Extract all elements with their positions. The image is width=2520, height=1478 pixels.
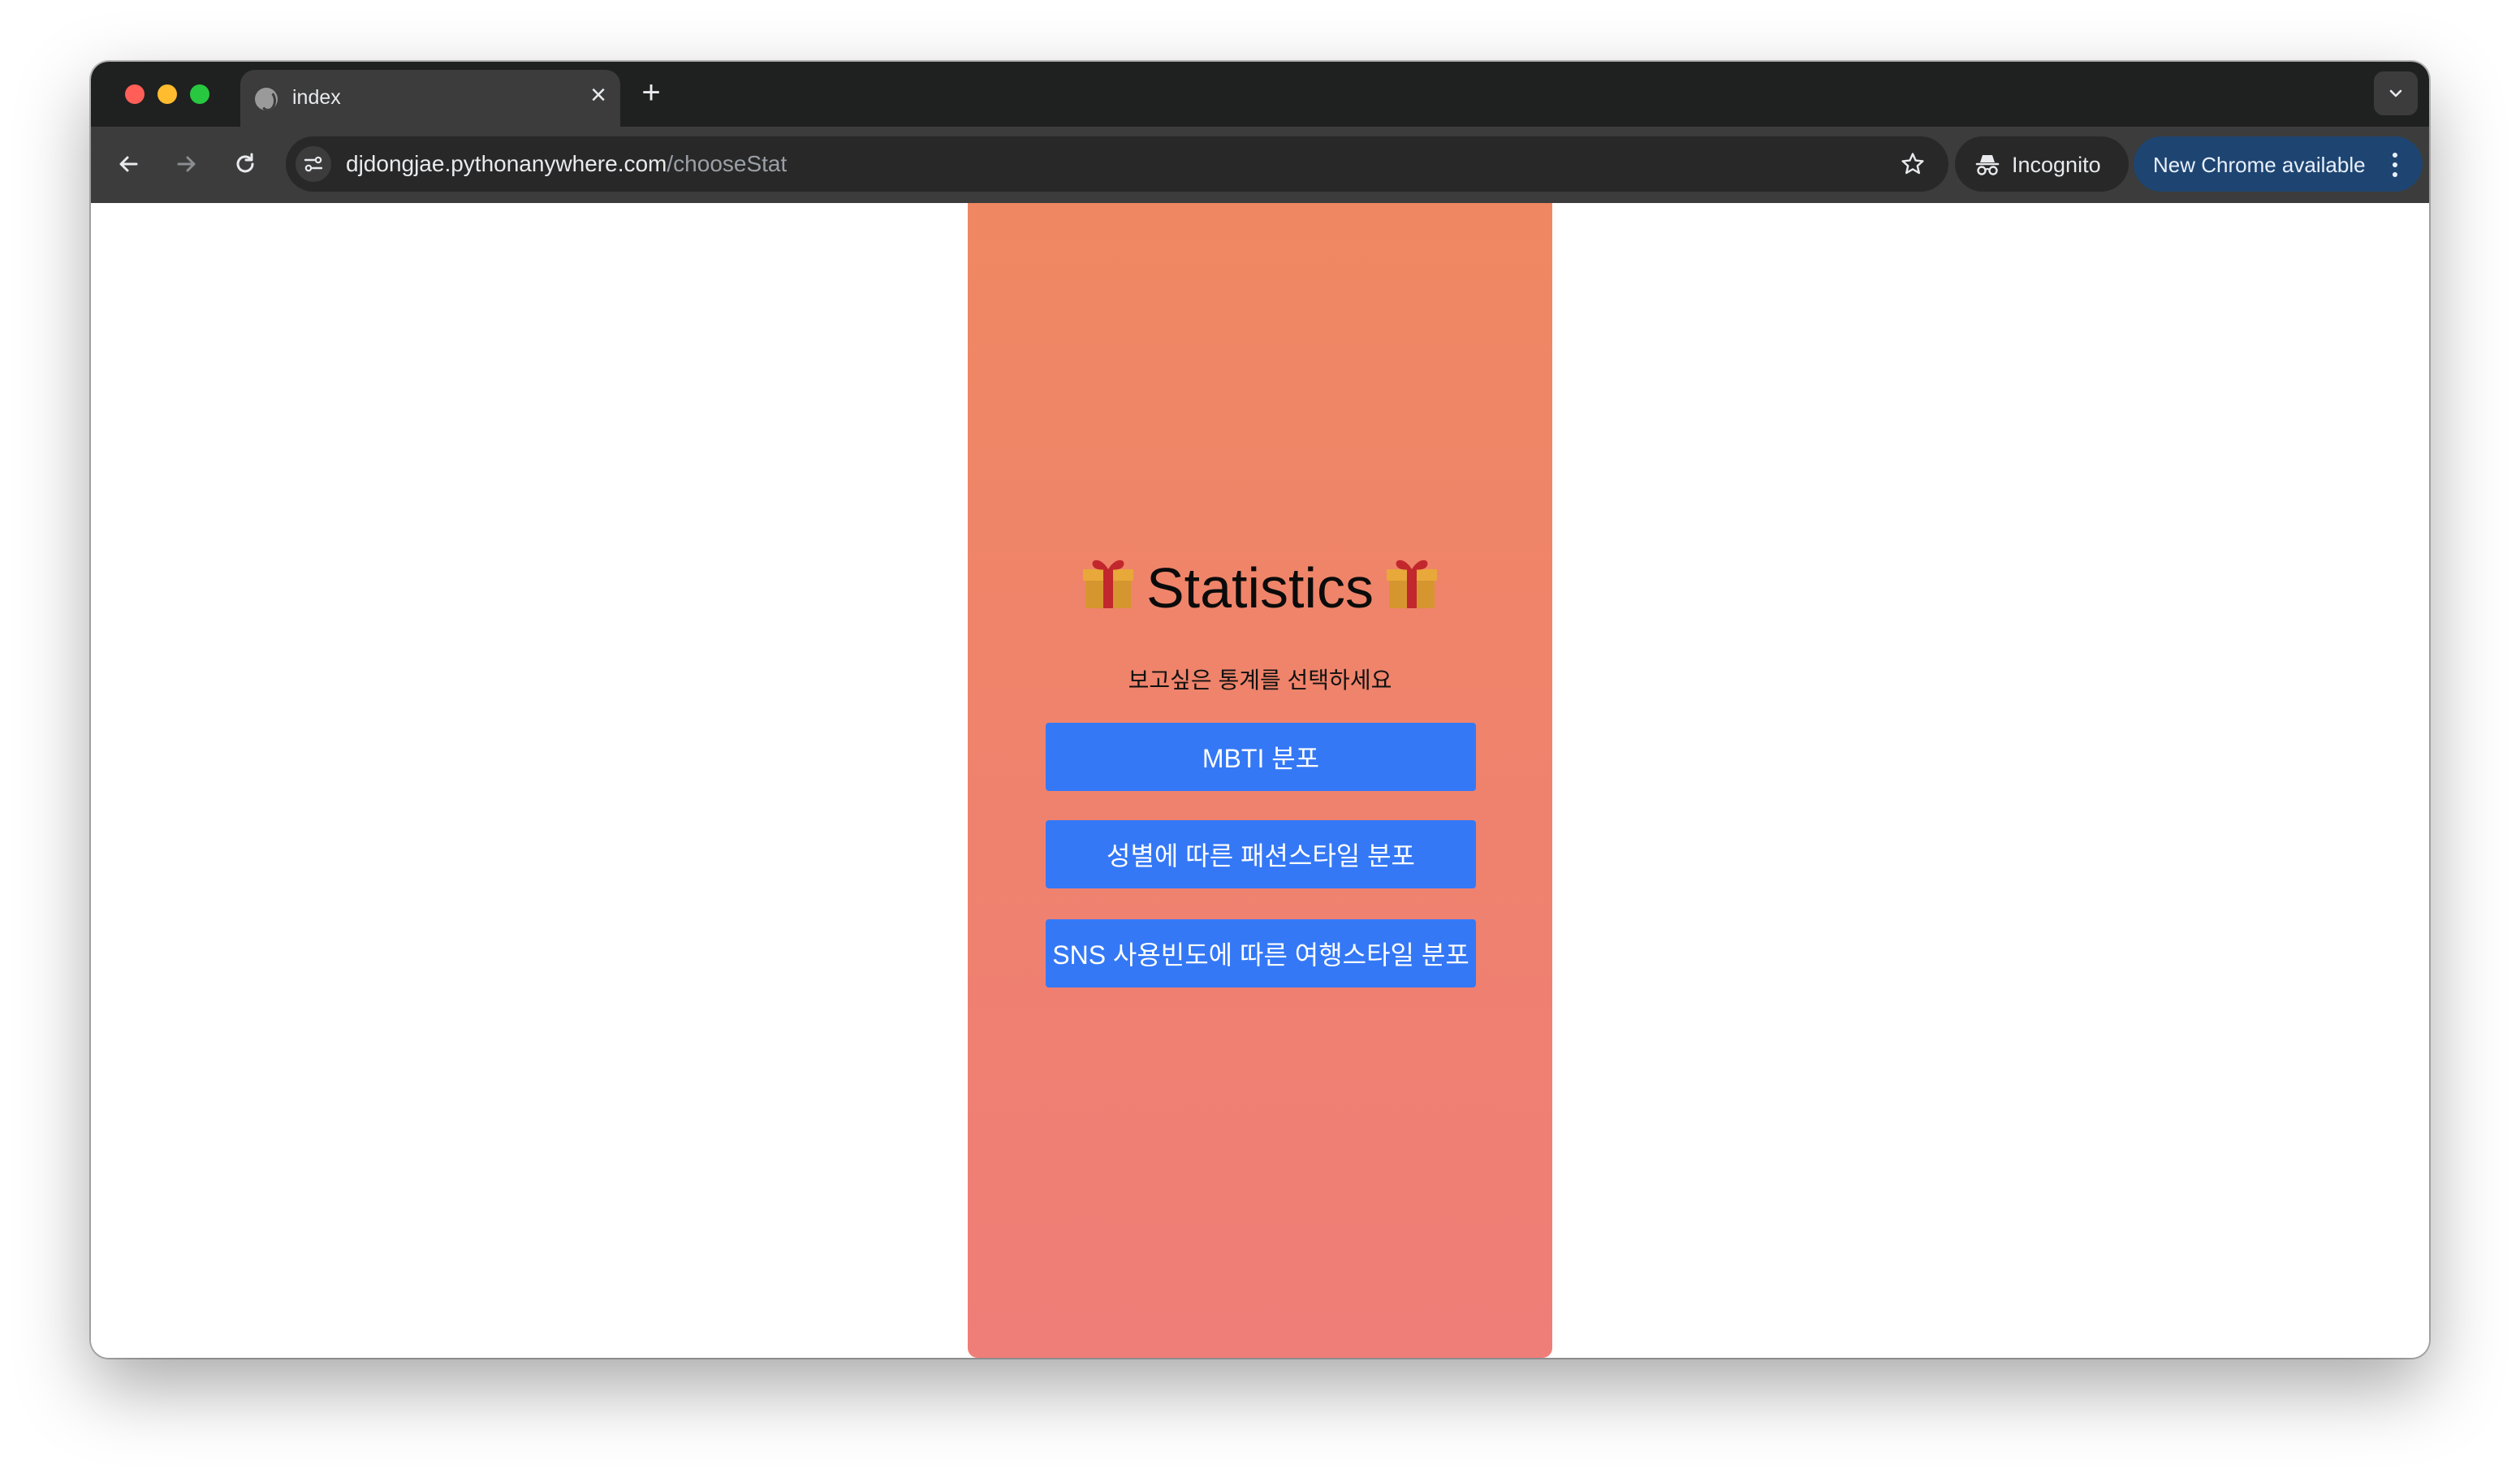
maximize-window-button[interactable] — [190, 84, 209, 104]
gender-fashion-style-button[interactable]: 성별에 따른 패션스타일 분포 — [1046, 820, 1476, 888]
mbti-distribution-button[interactable]: MBTI 분포 — [1046, 723, 1476, 791]
arrow-right-icon — [177, 156, 196, 172]
incognito-label: Incognito — [2012, 153, 2101, 177]
heading-text: Statistics — [1146, 556, 1374, 620]
reload-button[interactable] — [227, 146, 263, 182]
page-title: Statistics — [968, 555, 1552, 628]
new-chrome-available-button[interactable]: New Chrome available — [2134, 136, 2423, 192]
more-vert-icon[interactable] — [2392, 153, 2398, 177]
bookmark-star-button[interactable] — [1895, 146, 1931, 182]
tab-title: index — [292, 86, 341, 109]
tab-index[interactable]: index × — [240, 70, 620, 127]
tune-icon — [304, 156, 323, 172]
forward-button[interactable] — [169, 146, 205, 182]
chevron-down-icon — [2389, 89, 2402, 97]
url-path: /chooseStat — [667, 151, 788, 176]
gift-icon — [1081, 553, 1135, 623]
gift-icon — [1385, 553, 1439, 623]
url-text: djdongjae.pythonanywhere.com/chooseStat — [346, 151, 787, 177]
site-info-button[interactable] — [296, 146, 331, 182]
update-label: New Chrome available — [2153, 153, 2366, 177]
arrow-left-icon — [119, 156, 138, 172]
close-window-button[interactable] — [125, 84, 145, 104]
back-button[interactable] — [110, 146, 146, 182]
minimize-window-button[interactable] — [158, 84, 177, 104]
incognito-icon — [1975, 155, 2000, 175]
close-tab-icon[interactable]: × — [585, 81, 612, 109]
browser-window: index × + djdongjae.pythonanywhere.com/c… — [91, 62, 2429, 1358]
page-viewport: Statistics 보고싶은 통계를 선택하세요 MBTI 분포 성별에 따른… — [91, 203, 2429, 1358]
reload-icon — [236, 153, 254, 173]
stats-card: Statistics 보고싶은 통계를 선택하세요 MBTI 분포 성별에 따른… — [968, 203, 1552, 1358]
toolbar: djdongjae.pythonanywhere.com/chooseStat … — [91, 127, 2429, 203]
globe-icon — [255, 88, 278, 110]
sns-travel-style-button[interactable]: SNS 사용빈도에 따른 여행스타일 분포 — [1046, 919, 1476, 987]
tab-search-button[interactable] — [2374, 71, 2418, 115]
incognito-indicator[interactable]: Incognito — [1955, 136, 2129, 192]
address-bar[interactable]: djdongjae.pythonanywhere.com/chooseStat — [286, 136, 1948, 192]
star-icon — [1901, 153, 1924, 175]
page-subtitle: 보고싶은 통계를 선택하세요 — [1128, 668, 1392, 693]
tab-strip: index × + — [91, 62, 2429, 127]
new-tab-button[interactable]: + — [635, 76, 667, 109]
url-domain: djdongjae.pythonanywhere.com — [346, 151, 667, 176]
